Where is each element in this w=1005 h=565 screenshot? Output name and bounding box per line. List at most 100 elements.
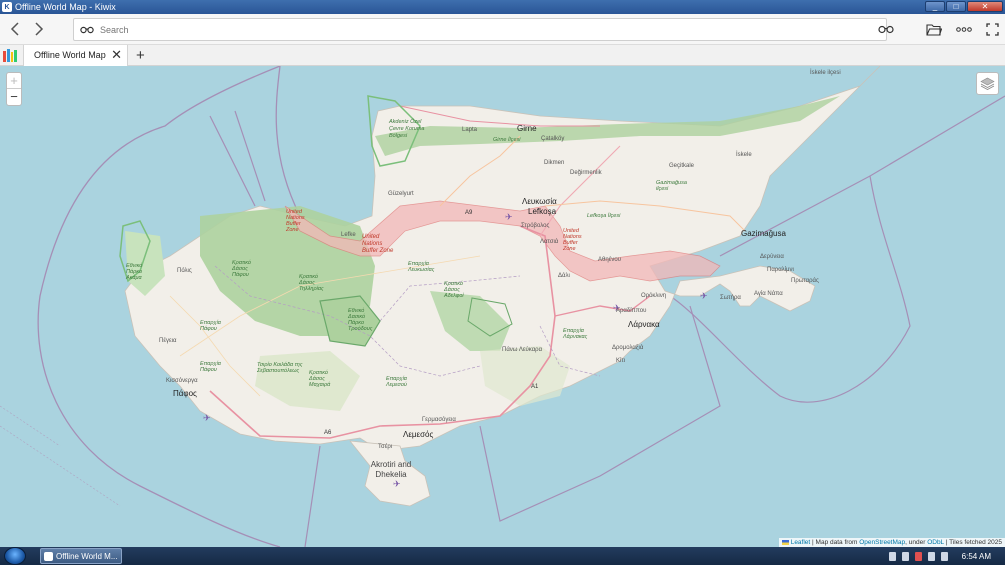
action-center-icon[interactable] [914,551,922,561]
map-label-paralimni: Παραλίμνι [767,267,794,273]
map-label-germasogeia: Γερμασόγεια [422,417,456,423]
zoom-out-button[interactable]: − [7,89,21,105]
zoom-in-button[interactable]: + [7,73,21,89]
fullscreen-icon[interactable] [986,23,999,36]
more-options-icon[interactable] [956,27,972,32]
map-label-troodos: Εθνικό Δασικό Πάρκο Τροόδους [348,308,373,332]
map-label-iskele-ilcesi: İskele ilçesi [810,70,841,76]
ukraine-flag-icon [781,539,789,545]
map-label-larnaka: Λάρνακα [628,320,660,329]
map-attribution: Leaflet | Map data from OpenStreetMap, u… [778,538,1005,547]
map-label-tylliria: Κρατικό Δάσος Τηλληρίας [299,274,324,292]
clock[interactable]: 6:54 AM [962,552,991,561]
odbl-link[interactable]: ODbL [927,539,944,546]
map-label-dromolaxia: Δρομολαξιά [612,345,644,351]
map-label-guzelyurt: Güzelyurt [388,191,414,197]
map-label-orokleni: Ορόκλινη [641,293,667,299]
map-view[interactable]: ✈ ✈ ✈ ✈ ✈ Girne Girne İlçesi Lapta Çatal… [0,66,1005,547]
map-label-a1: A1 [531,384,539,390]
kiwix-taskbar-icon [44,551,53,561]
leaflet-link[interactable]: Leaflet [791,539,811,546]
search-bar[interactable] [73,18,887,41]
window-titlebar: K Offline World Map - Kiwix _ □ ✕ [0,0,1005,14]
window-controls: _ □ ✕ [925,1,1003,12]
map-label-pegeia: Πέγεια [159,338,177,344]
forward-button[interactable] [28,18,50,40]
map-label-kiti: Κίτι [616,358,626,364]
map-label-dikmen: Dikmen [544,160,565,166]
chevron-left-icon [10,22,19,36]
open-folder-icon[interactable] [926,23,942,36]
map-label-gazimagusa-ilcesi: Gazimağusa ilçesi [656,180,687,192]
map-label-pafos-forest: Κρατικό Δάσος Πάφου [232,260,251,278]
map-label-tseri: Τσέρι [378,444,393,450]
map-label-a9: A9 [465,210,473,216]
windows-taskbar: Offline World M... 6:54 AM [0,547,1005,565]
map-label-gazimagusa: Gazimağusa [741,229,786,238]
map-label-latsia: Λατσιά [540,239,559,245]
map-label-lefkosa-ilcesi: Lefkoşa İlçesi [587,213,621,219]
map-label-mesaoria: Κρατικό Δάσος Μαχαιρά [309,370,331,388]
layers-icon [980,77,995,90]
svg-text:✈: ✈ [203,414,211,424]
chevron-right-icon [35,22,44,36]
main-toolbar [0,14,1005,45]
map-label-ayia-napa: Αγία Νάπα [754,291,783,297]
bluetooth-icon[interactable] [888,551,896,561]
attribution-text-1: | Map data from [810,539,860,546]
map-label-kolossi: Τσιρίο Κοιλάδα της Σεβαστουπόλεως [257,362,303,374]
close-window-button[interactable]: ✕ [967,1,1003,12]
attribution-text-3: | Tiles fetched 2025 [943,539,1002,546]
window-title: Offline World Map - Kiwix [15,2,116,12]
system-tray: 6:54 AM [888,547,991,565]
map-label-eparchia-lemesou: Επαρχία Λεμεσού [386,376,407,388]
zoom-control: + − [6,72,22,106]
volume-icon[interactable] [940,551,948,561]
start-button[interactable] [4,547,26,565]
taskbar-app-label: Offline World M... [56,551,118,561]
taskbar-app-kiwix[interactable]: Offline World M... [40,548,122,564]
map-label-girne: Girne [517,124,537,133]
map-label-protaras: Πρωταράς [791,278,819,284]
tab-bar: Offline World Map ✕ + [0,44,1005,66]
search-input[interactable] [100,24,800,35]
close-tab-icon[interactable]: ✕ [111,47,122,63]
map-label-girne-ilcesi: Girne İlçesi [493,137,521,143]
kiwix-app-icon: K [2,2,12,12]
layers-button[interactable] [976,72,999,95]
map-label-kissonerga: Κισσόνεργα [166,378,198,384]
attribution-text-2: , under [905,539,928,546]
map-label-gecitkale: Geçitkale [669,163,695,169]
map-label-dherynia: Δερύνεια [760,254,784,260]
map-label-sotira: Σωτήρα [720,295,741,301]
map-label-lefkosia: Λευκωσία [522,197,557,206]
maximize-button[interactable]: □ [946,1,966,12]
map-label-degirmenlik: Değirmenlik [570,170,602,176]
tab-offline-world-map[interactable]: Offline World Map ✕ [23,44,128,66]
map-label-eparchia-lefkosias: Επαρχία Λευκωσίας [408,261,435,273]
map-label-athienou: Αθηένου [598,257,621,263]
power-icon[interactable] [927,551,935,561]
tab-label: Offline World Map [34,50,106,60]
map-label-iskele: İskele [736,152,752,158]
map-label-eparchia-larnakas: Επαρχία Λάρνακας [563,328,588,340]
map-label-eparchia-pafou: Επαρχία Πάφου [200,320,221,332]
map-label-akdeniz: Akdeniz Özel Çevre Koruma Bölgesi [389,119,425,139]
map-label-akrotiri-dhekelia: Akrotiri and Dhekelia [370,460,412,479]
reading-glasses-icon[interactable] [878,25,894,34]
map-label-un-buffer-3: United Nations Buffer Zone [563,228,582,252]
map-label-pano-lefkara: Πάνω Λεύκαρα [502,347,543,353]
new-tab-button[interactable]: + [136,47,145,64]
toolbar-right-actions [878,18,999,41]
map-label-a6: A6 [324,430,332,436]
map-label-un-buffer-2: United Nations Buffer Zone [362,234,394,254]
library-icon[interactable] [3,48,17,62]
map-label-lefkosa: Lefkoşa [528,207,557,216]
map-label-polis: Πόλις [177,268,192,274]
minimize-button[interactable]: _ [925,1,945,12]
back-button[interactable] [4,18,26,40]
svg-text:✈: ✈ [700,292,708,302]
network-icon[interactable] [901,551,909,561]
map-label-adelfoi: Κρατικό Δάσος Αδελφοί [444,281,464,299]
openstreetmap-link[interactable]: OpenStreetMap [859,539,905,546]
